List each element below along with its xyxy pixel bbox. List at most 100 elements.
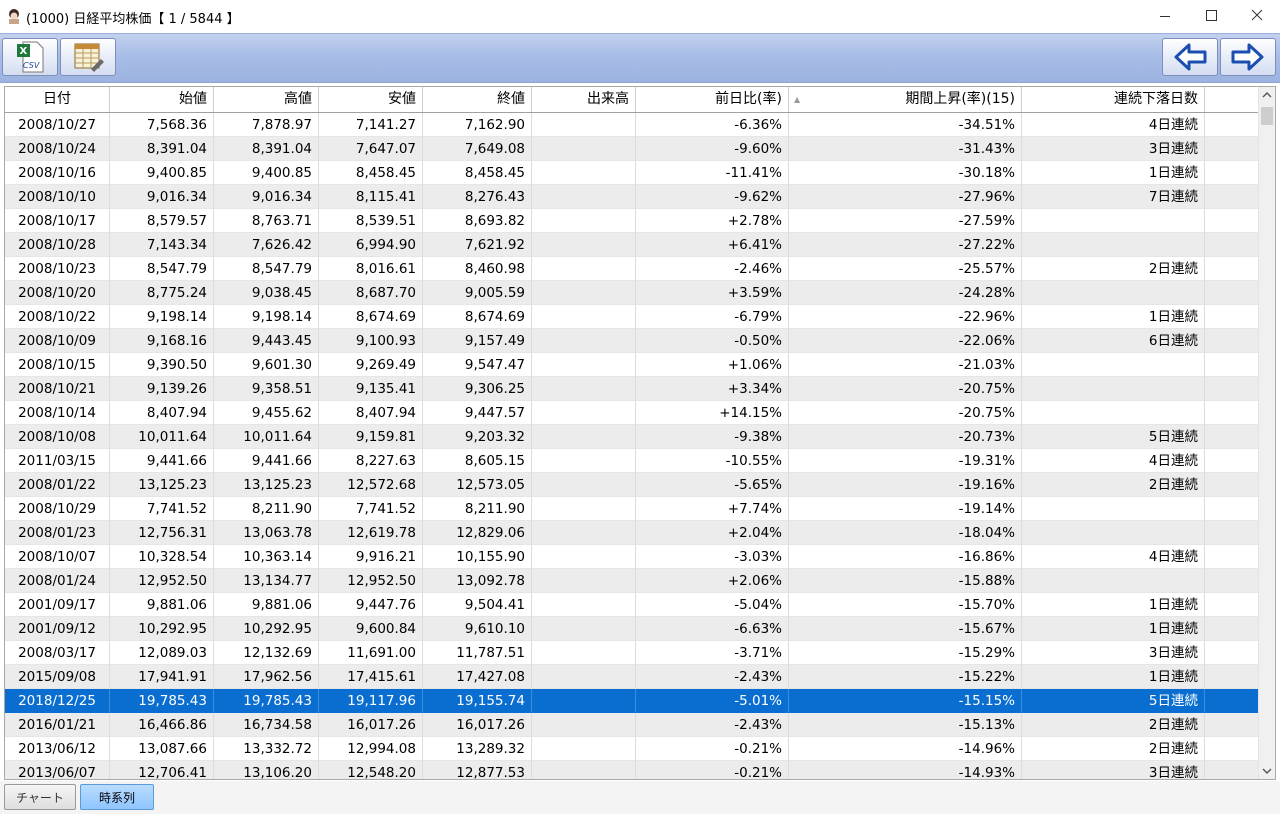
column-header-volume[interactable]: 出来高 — [532, 87, 636, 112]
table-row[interactable]: 2013/06/12 13,087.66 13,332.72 12,994.08 13,… — [5, 737, 1260, 761]
cell-date[interactable]: 2008/10/08 — [5, 425, 110, 449]
cell-low[interactable]: 7,141.27 — [319, 113, 423, 137]
cell-high[interactable]: 13,125.23 — [214, 473, 319, 497]
cell-volume[interactable] — [532, 617, 636, 641]
cell-date[interactable]: 2008/10/29 — [5, 497, 110, 521]
cell-close[interactable]: 7,621.92 — [423, 233, 532, 257]
cell-open[interactable]: 13,125.23 — [110, 473, 214, 497]
table-row[interactable]: 2008/10/09 9,168.16 9,443.45 9,100.93 9,157.… — [5, 329, 1260, 353]
cell-consecutive-down-days[interactable] — [1022, 521, 1205, 545]
cell-low[interactable]: 8,407.94 — [319, 401, 423, 425]
cell-close[interactable]: 11,787.51 — [423, 641, 532, 665]
cell-low[interactable]: 8,016.61 — [319, 257, 423, 281]
cell-change-rate[interactable]: -2.46% — [636, 257, 789, 281]
cell-consecutive-down-days[interactable] — [1022, 353, 1205, 377]
cell-change-rate[interactable]: -2.43% — [636, 665, 789, 689]
cell-consecutive-down-days[interactable]: 1日連続 — [1022, 593, 1205, 617]
cell-open[interactable]: 8,775.24 — [110, 281, 214, 305]
cell-period-rise-rate[interactable]: -27.59% — [789, 209, 1022, 233]
cell-change-rate[interactable]: -9.38% — [636, 425, 789, 449]
cell-change-rate[interactable]: -6.36% — [636, 113, 789, 137]
cell-consecutive-down-days[interactable]: 5日連続 — [1022, 689, 1205, 713]
cell-consecutive-down-days[interactable]: 1日連続 — [1022, 665, 1205, 689]
cell-open[interactable]: 9,390.50 — [110, 353, 214, 377]
cell-low[interactable]: 12,619.78 — [319, 521, 423, 545]
table-row[interactable]: 2008/10/07 10,328.54 10,363.14 9,916.21 10,1… — [5, 545, 1260, 569]
cell-low[interactable]: 8,115.41 — [319, 185, 423, 209]
cell-close[interactable]: 10,155.90 — [423, 545, 532, 569]
vertical-scrollbar[interactable] — [1258, 87, 1275, 779]
cell-low[interactable]: 12,952.50 — [319, 569, 423, 593]
cell-change-rate[interactable]: -6.63% — [636, 617, 789, 641]
cell-date[interactable]: 2008/10/09 — [5, 329, 110, 353]
cell-consecutive-down-days[interactable] — [1022, 377, 1205, 401]
table-row[interactable]: 2008/01/24 12,952.50 13,134.77 12,952.50 13,… — [5, 569, 1260, 593]
cell-high[interactable]: 13,332.72 — [214, 737, 319, 761]
cell-open[interactable]: 16,466.86 — [110, 713, 214, 737]
table-row[interactable]: 2001/09/17 9,881.06 9,881.06 9,447.76 9,504.… — [5, 593, 1260, 617]
cell-close[interactable]: 7,162.90 — [423, 113, 532, 137]
cell-consecutive-down-days[interactable]: 2日連続 — [1022, 257, 1205, 281]
cell-consecutive-down-days[interactable]: 4日連続 — [1022, 113, 1205, 137]
cell-consecutive-down-days[interactable]: 3日連続 — [1022, 641, 1205, 665]
cell-date[interactable]: 2018/12/25 — [5, 689, 110, 713]
cell-open[interactable]: 7,143.34 — [110, 233, 214, 257]
cell-date[interactable]: 2008/10/16 — [5, 161, 110, 185]
cell-change-rate[interactable]: -2.43% — [636, 713, 789, 737]
cell-high[interactable]: 8,763.71 — [214, 209, 319, 233]
tab-chart[interactable]: チャート — [4, 784, 76, 810]
cell-high[interactable]: 10,011.64 — [214, 425, 319, 449]
cell-high[interactable]: 9,443.45 — [214, 329, 319, 353]
table-row[interactable]: 2008/10/10 9,016.34 9,016.34 8,115.41 8,276.… — [5, 185, 1260, 209]
cell-period-rise-rate[interactable]: -15.15% — [789, 689, 1022, 713]
cell-open[interactable]: 10,011.64 — [110, 425, 214, 449]
cell-consecutive-down-days[interactable]: 4日連続 — [1022, 449, 1205, 473]
cell-low[interactable]: 12,572.68 — [319, 473, 423, 497]
cell-period-rise-rate[interactable]: -15.67% — [789, 617, 1022, 641]
cell-consecutive-down-days[interactable]: 5日連続 — [1022, 425, 1205, 449]
cell-high[interactable]: 7,878.97 — [214, 113, 319, 137]
cell-close[interactable]: 12,573.05 — [423, 473, 532, 497]
cell-period-rise-rate[interactable]: -19.14% — [789, 497, 1022, 521]
column-header-change[interactable]: 前日比(率) — [636, 87, 789, 112]
table-row[interactable]: 2008/01/23 12,756.31 13,063.78 12,619.78 12,… — [5, 521, 1260, 545]
cell-open[interactable]: 12,952.50 — [110, 569, 214, 593]
cell-period-rise-rate[interactable]: -25.57% — [789, 257, 1022, 281]
column-header-consecutive-down[interactable]: 連続下落日数 — [1022, 87, 1205, 112]
cell-consecutive-down-days[interactable]: 4日連続 — [1022, 545, 1205, 569]
cell-change-rate[interactable]: -9.62% — [636, 185, 789, 209]
cell-consecutive-down-days[interactable]: 2日連続 — [1022, 737, 1205, 761]
cell-close[interactable]: 9,005.59 — [423, 281, 532, 305]
cell-high[interactable]: 13,106.20 — [214, 761, 319, 779]
cell-change-rate[interactable]: -9.60% — [636, 137, 789, 161]
cell-high[interactable]: 13,134.77 — [214, 569, 319, 593]
cell-close[interactable]: 9,547.47 — [423, 353, 532, 377]
cell-open[interactable]: 9,139.26 — [110, 377, 214, 401]
cell-period-rise-rate[interactable]: -27.22% — [789, 233, 1022, 257]
cell-volume[interactable] — [532, 761, 636, 779]
cell-high[interactable]: 9,601.30 — [214, 353, 319, 377]
cell-change-rate[interactable]: -3.71% — [636, 641, 789, 665]
tab-time-series[interactable]: 時系列 — [80, 784, 154, 810]
cell-period-rise-rate[interactable]: -14.96% — [789, 737, 1022, 761]
cell-close[interactable]: 13,289.32 — [423, 737, 532, 761]
cell-open[interactable]: 19,785.43 — [110, 689, 214, 713]
cell-consecutive-down-days[interactable]: 1日連続 — [1022, 161, 1205, 185]
cell-change-rate[interactable]: -11.41% — [636, 161, 789, 185]
cell-high[interactable]: 9,455.62 — [214, 401, 319, 425]
minimize-button[interactable] — [1142, 0, 1188, 33]
cell-low[interactable]: 8,458.45 — [319, 161, 423, 185]
cell-consecutive-down-days[interactable]: 3日連続 — [1022, 137, 1205, 161]
table-row[interactable]: 2001/09/12 10,292.95 10,292.95 9,600.84 9,61… — [5, 617, 1260, 641]
cell-consecutive-down-days[interactable] — [1022, 233, 1205, 257]
cell-change-rate[interactable]: -3.03% — [636, 545, 789, 569]
cell-volume[interactable] — [532, 521, 636, 545]
cell-low[interactable]: 9,100.93 — [319, 329, 423, 353]
cell-low[interactable]: 9,135.41 — [319, 377, 423, 401]
cell-change-rate[interactable]: -5.65% — [636, 473, 789, 497]
cell-volume[interactable] — [532, 689, 636, 713]
cell-low[interactable]: 6,994.90 — [319, 233, 423, 257]
cell-date[interactable]: 2008/10/23 — [5, 257, 110, 281]
cell-period-rise-rate[interactable]: -27.96% — [789, 185, 1022, 209]
data-grid[interactable]: 日付 始値 高値 安値 終値 出来高 前日比(率) 期間上昇(率)(15) 連続… — [4, 86, 1276, 780]
